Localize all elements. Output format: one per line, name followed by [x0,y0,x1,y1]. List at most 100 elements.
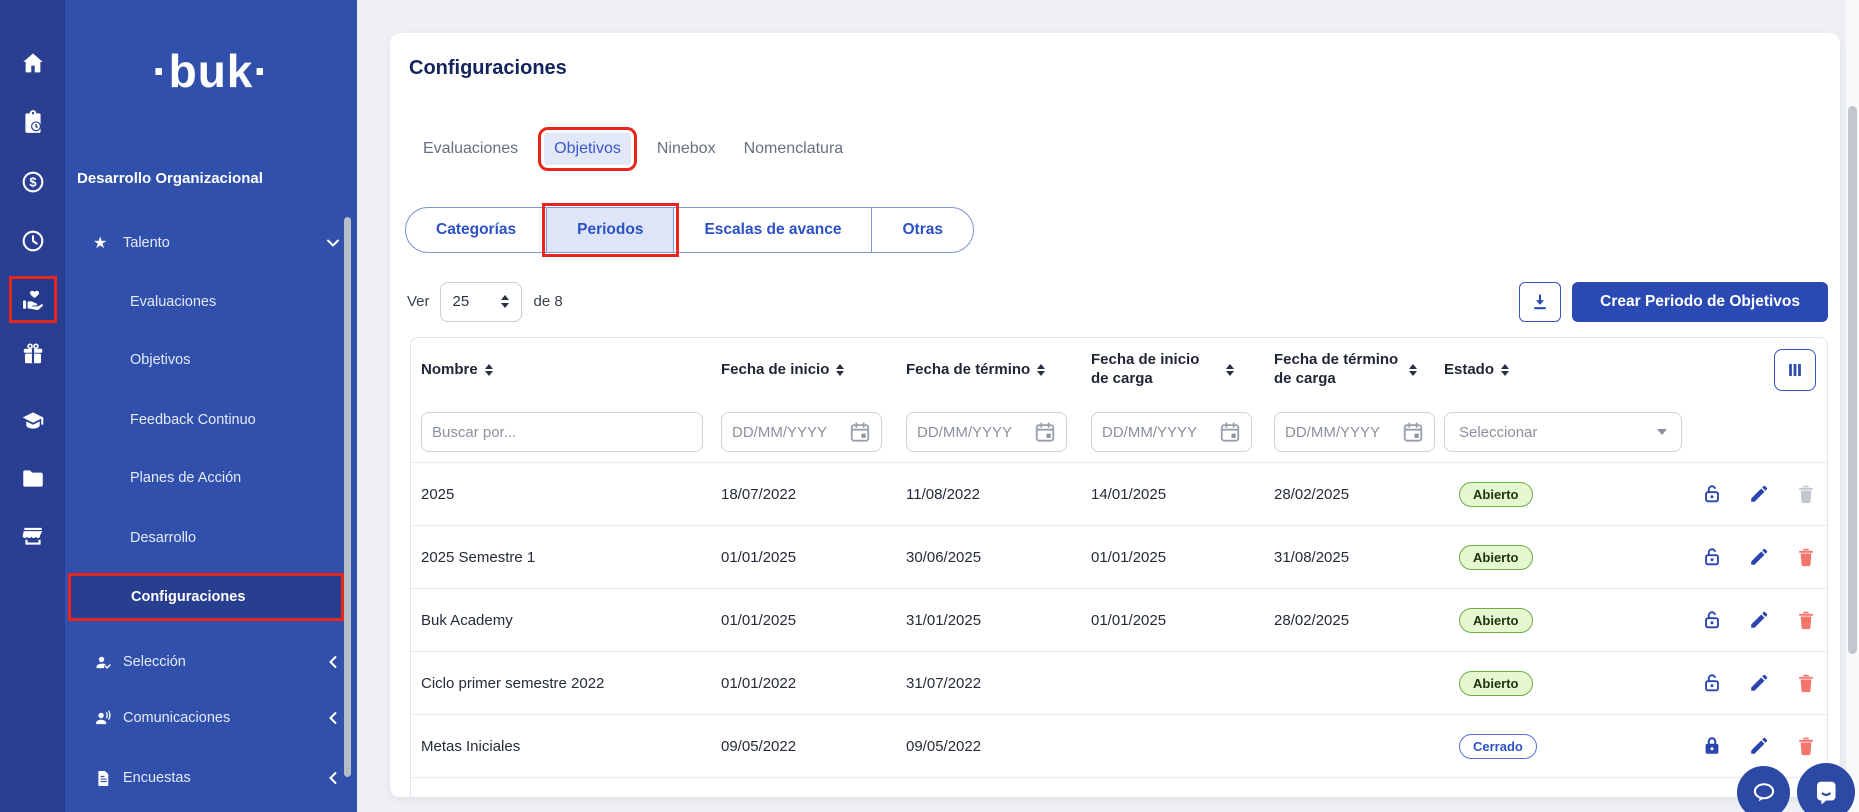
table-bottom-spacer [411,777,1827,797]
sidebar-item-talento[interactable]: ★ Talento [65,227,357,259]
subtab-periodos[interactable]: Periodos [547,208,674,252]
folder-icon[interactable] [19,464,46,491]
chat-bubble-button[interactable] [1737,766,1790,812]
fecha-inicio-filter-input[interactable] [721,412,882,452]
history-clock-icon[interactable] [19,227,46,254]
column-header-fecha-inicio[interactable]: Fecha de inicio [711,361,896,380]
chevron-down-icon [1657,429,1667,435]
sidebar-item-label: Planes de Acción [130,470,241,486]
cell-nombre: Buk Academy [411,612,711,629]
lock-open-icon[interactable] [1701,609,1723,631]
column-header-fecha-inicio-carga[interactable]: Fecha de inicio de carga [1081,351,1264,389]
carga-inicio-filter-input[interactable] [1091,412,1252,452]
talent-hand-heart-annotation-box[interactable] [9,276,57,323]
sort-icon[interactable] [1226,364,1234,377]
chevron-down-icon [325,235,341,251]
edit-pencil-icon[interactable] [1748,735,1770,757]
sidebar-item-desarrollo[interactable]: Desarrollo [65,522,357,554]
sidebar-item-encuestas[interactable]: Encuestas [65,762,357,794]
column-header-nombre[interactable]: Nombre [411,361,711,380]
sidebar-item-comunicaciones[interactable]: Comunicaciones [65,702,357,734]
subtab-otras[interactable]: Otras [872,208,973,252]
sidebar-item-label: Evaluaciones [130,294,216,310]
column-header-estado[interactable]: Estado [1434,361,1701,380]
lock-open-icon[interactable] [1701,546,1723,568]
download-button[interactable] [1519,282,1561,322]
chat-window-icon [1811,777,1841,807]
fecha-termino-filter-input[interactable] [906,412,1067,452]
carga-termino-filter-input[interactable] [1274,412,1435,452]
search-input[interactable] [421,412,703,452]
money-icon[interactable]: $ [19,168,46,195]
sidebar-item-evaluaciones[interactable]: Evaluaciones [65,286,357,318]
cell-fecha-termino: 31/07/2022 [896,675,1081,692]
buk-logo: ·buk· [65,44,357,98]
sort-icon[interactable] [485,364,493,377]
estado-filter-select[interactable]: Seleccionar [1444,412,1682,452]
cell-nombre: Ciclo primer semestre 2022 [411,675,711,692]
sidebar-item-label: Comunicaciones [123,710,230,726]
page-size-select[interactable]: 25 [440,282,522,322]
delete-trash-icon-disabled[interactable] [1795,483,1817,505]
sidebar-item-configuraciones[interactable]: Configuraciones [68,573,344,621]
sort-icon[interactable] [1501,364,1509,377]
tab-objetivos[interactable]: Objetivos [544,133,631,165]
column-settings-button[interactable] [1774,349,1816,391]
subtab-categorias[interactable]: Categorías [406,208,547,252]
delete-trash-icon[interactable] [1795,546,1817,568]
sort-icon[interactable] [1409,364,1417,377]
edit-pencil-icon[interactable] [1748,546,1770,568]
graduation-cap-icon[interactable] [19,407,46,434]
cell-nombre: 2025 Semestre 1 [411,549,711,566]
edit-pencil-icon[interactable] [1748,609,1770,631]
delete-trash-icon[interactable] [1795,672,1817,694]
gift-icon[interactable] [19,340,46,367]
chevron-left-icon [325,770,341,786]
sidebar-item-label: Desarrollo [130,530,196,546]
sidebar-item-label: Objetivos [130,352,190,368]
delete-trash-icon[interactable] [1795,735,1817,757]
lock-open-icon[interactable] [1701,672,1723,694]
tab-nomenclatura[interactable]: Nomenclatura [742,133,846,165]
home-icon[interactable] [19,49,46,76]
sidebar-item-label: Configuraciones [131,589,245,605]
total-count-label: de 8 [534,293,563,310]
chevron-left-icon [325,710,341,726]
page-title: Configuraciones [409,57,567,80]
storefront-icon[interactable] [19,522,46,549]
star-icon: ★ [93,233,107,253]
status-badge: Abierto [1459,608,1533,633]
edit-pencil-icon[interactable] [1748,483,1770,505]
sidebar-item-planes-de-accion[interactable]: Planes de Acción [65,462,357,494]
tab-ninebox[interactable]: Ninebox [655,133,718,165]
create-period-button[interactable]: Crear Periodo de Objetivos [1572,282,1828,322]
sidebar-item-label: Feedback Continuo [130,412,256,428]
sidebar-item-seleccion[interactable]: Selección [65,646,357,678]
subtab-escalas-de-avance[interactable]: Escalas de avance [674,208,872,252]
cell-fecha-inicio: 01/01/2025 [711,549,896,566]
cell-fecha-termino: 09/05/2022 [896,738,1081,755]
tab-evaluaciones[interactable]: Evaluaciones [421,133,520,165]
content-card: Configuraciones Evaluaciones Objetivos N… [390,33,1840,797]
column-header-fecha-termino[interactable]: Fecha de término [896,361,1081,380]
app-window: $ [0,0,1859,812]
column-header-fecha-termino-carga[interactable]: Fecha de término de carga [1264,351,1434,389]
page-scrollbar[interactable] [1848,106,1857,654]
lock-open-icon[interactable] [1701,483,1723,505]
sidebar-item-feedback-continuo[interactable]: Feedback Continuo [65,404,357,436]
lock-closed-icon[interactable] [1701,735,1723,757]
download-icon [1529,291,1551,313]
edit-pencil-icon[interactable] [1748,672,1770,694]
sort-icon[interactable] [836,364,844,377]
delete-trash-icon[interactable] [1795,609,1817,631]
sidebar-scrollbar[interactable] [344,217,351,777]
status-badge: Abierto [1459,545,1533,570]
cell-carga-inicio: 14/01/2025 [1081,486,1264,503]
cell-carga-inicio: 01/01/2025 [1081,612,1264,629]
sidebar-item-objetivos[interactable]: Objetivos [65,344,357,376]
clipboard-clock-icon[interactable] [19,108,46,135]
sort-icon[interactable] [1037,364,1045,377]
sidebar-menu: ·buk· Desarrollo Organizacional ★ Talent… [65,0,357,812]
support-chat-button[interactable] [1797,763,1855,812]
person-check-icon [93,652,113,672]
